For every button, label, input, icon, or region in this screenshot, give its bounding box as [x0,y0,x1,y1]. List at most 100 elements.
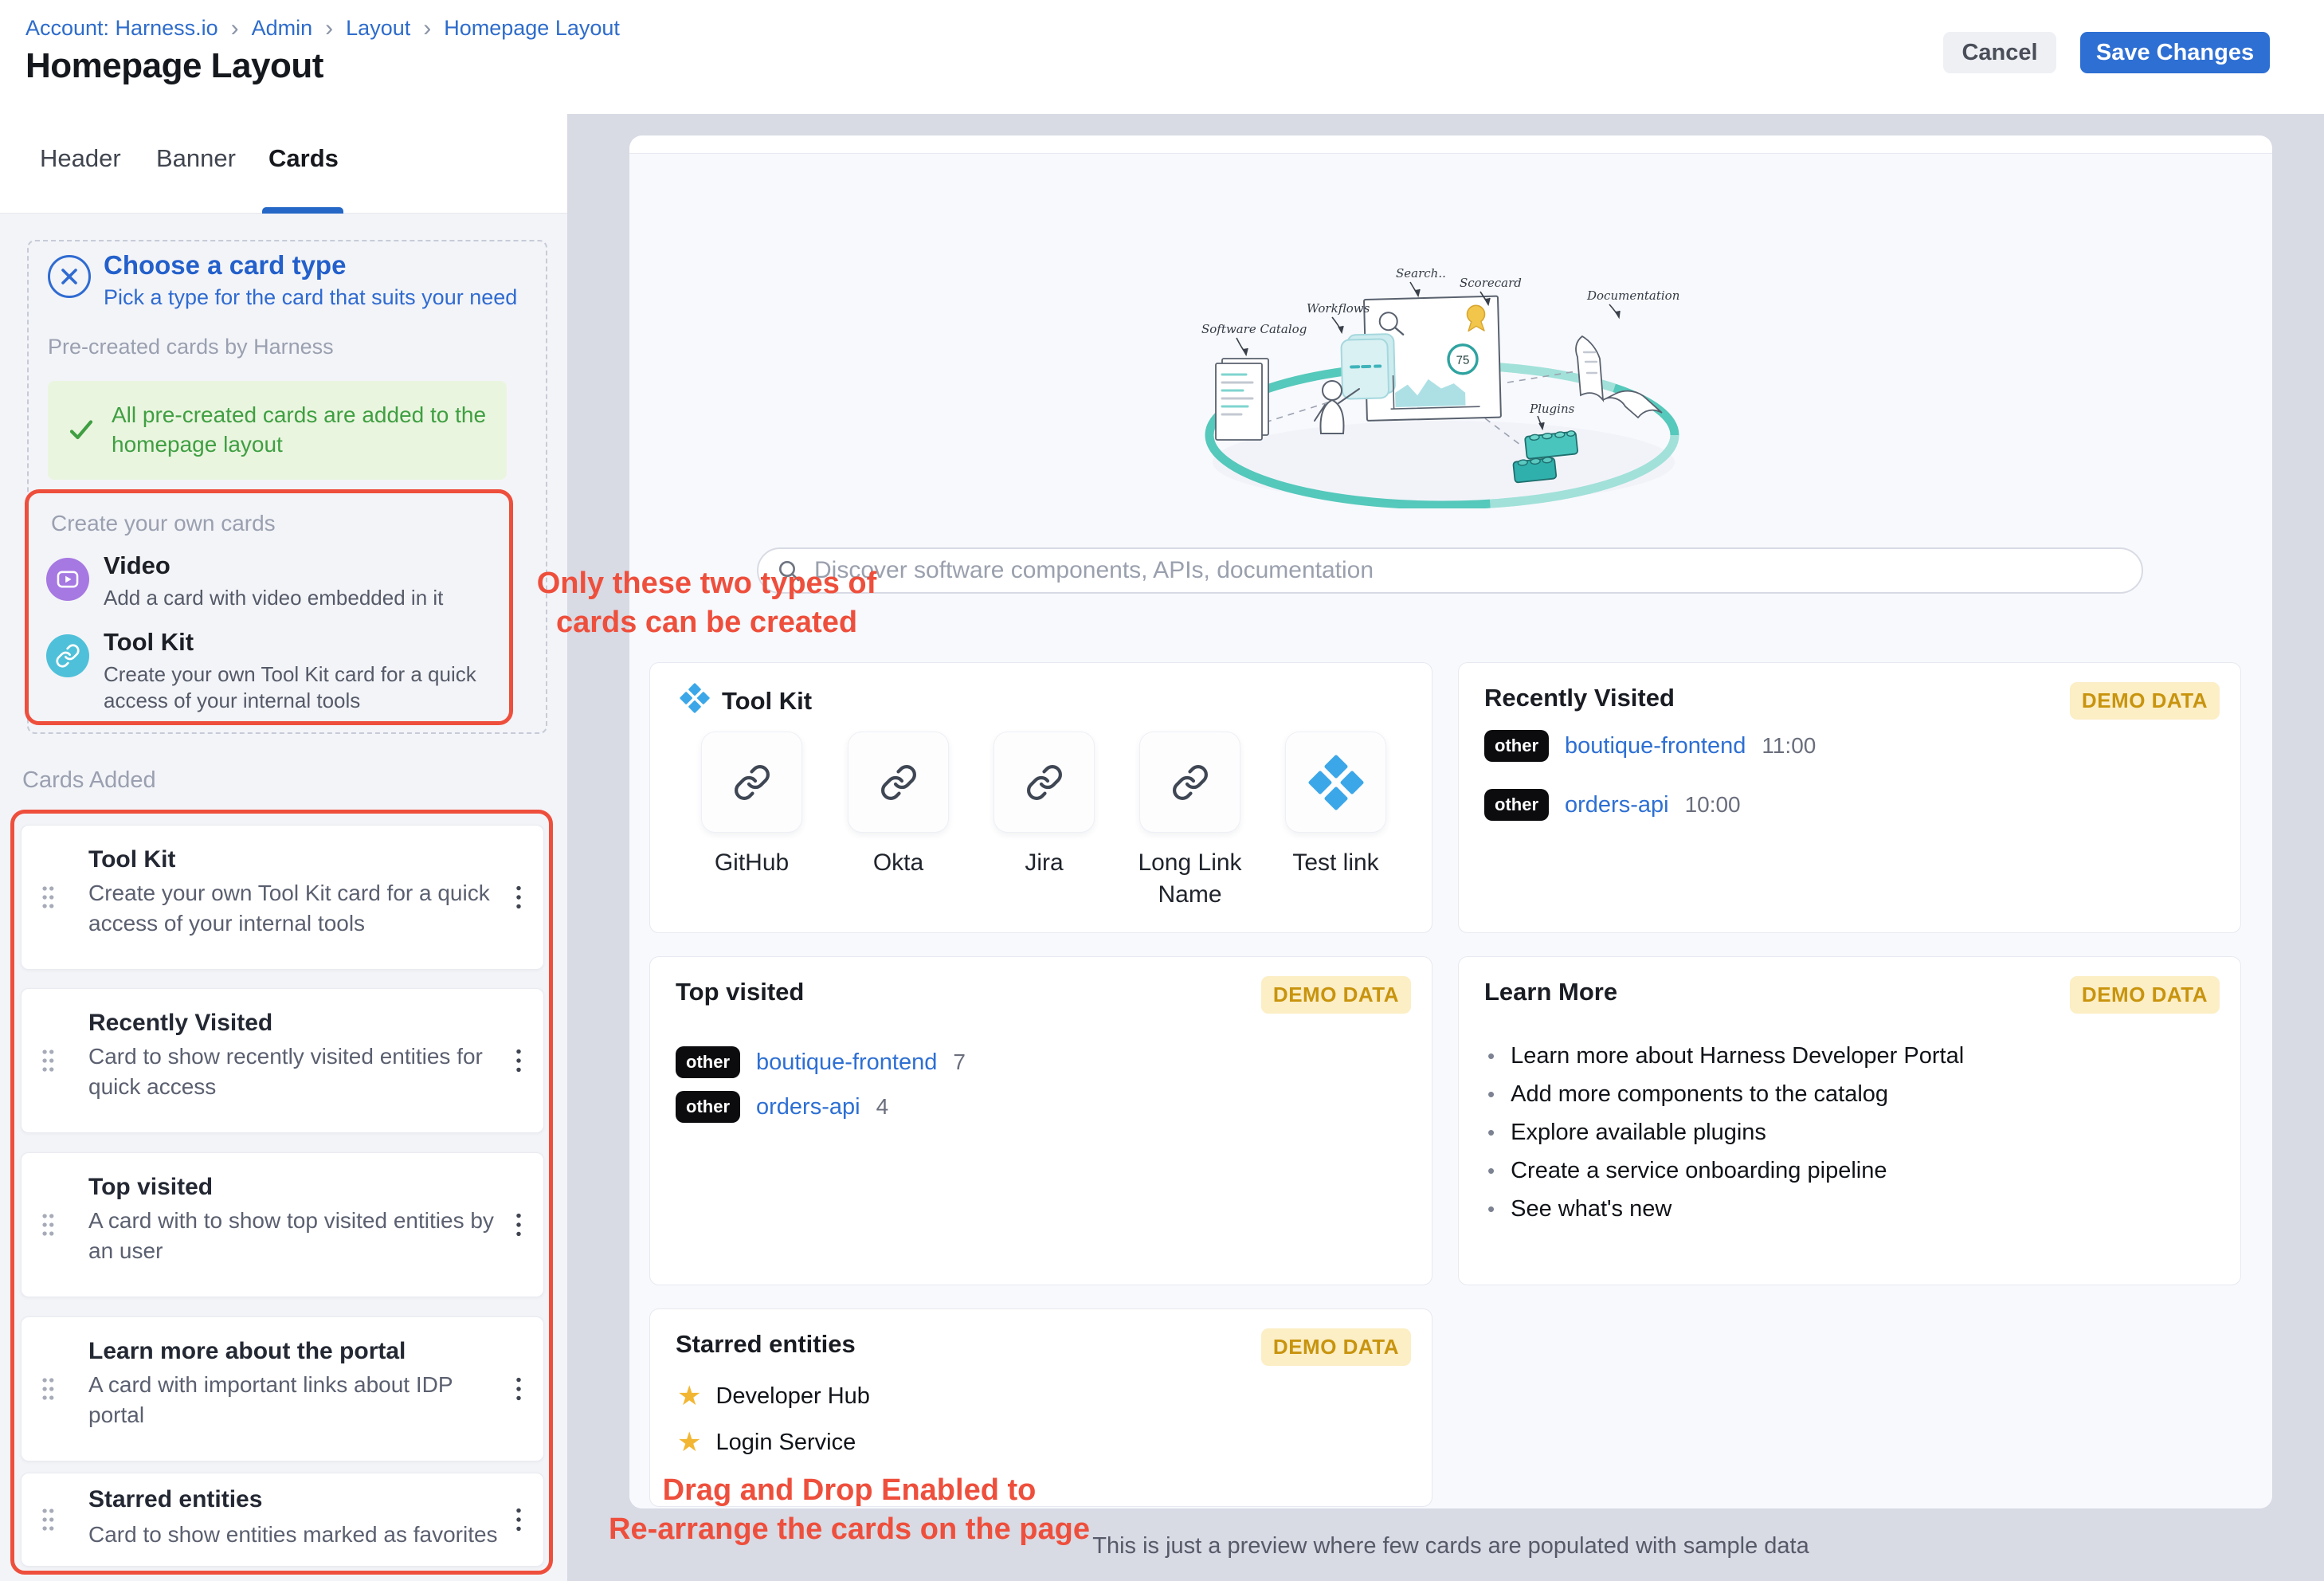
page-title: Homepage Layout [25,46,323,86]
added-card-title: Recently Visited [88,1010,272,1037]
added-card-toolkit[interactable]: Tool Kit Create your own Tool Kit card f… [21,825,544,970]
preview-card-toolkit[interactable]: Tool Kit GitHub Okta Jira Long Link Name… [649,662,1432,933]
learn-more-links: •Learn more about Harness Developer Port… [1487,1043,1964,1234]
cards-added-label: Cards Added [22,767,156,794]
added-card-title: Tool Kit [88,846,175,873]
starred-entity-name[interactable]: Login Service [715,1430,856,1456]
entity-kind-tag: other [676,1046,740,1078]
entity-kind-tag: other [676,1091,740,1123]
preview-card-starred-entities[interactable]: Starred entities DEMO DATA ★ Developer H… [649,1308,1432,1507]
toolkit-option-desc: Create your own Tool Kit card for a quic… [104,661,510,715]
learn-more-link[interactable]: •See what's new [1487,1196,1964,1234]
entity-kind-tag: other [1484,730,1549,762]
toolkit-link-test-link[interactable]: Test link [1263,732,1409,879]
link-icon[interactable] [848,732,949,833]
toolkit-link-long-link-name[interactable]: Long Link Name [1117,732,1263,910]
homepage-layout-admin-page: { "colors": { "accent_blue": "#2e6fd3", … [0,0,2324,1581]
kebab-menu-icon[interactable] [510,1370,527,1408]
preview-card-title: Starred entities [676,1330,856,1359]
learn-more-link[interactable]: •Create a service onboarding pipeline [1487,1158,1964,1196]
toolkit-option-title[interactable]: Tool Kit [104,628,194,657]
entity-link[interactable]: boutique-frontend [1565,733,1746,759]
chevron-right-icon: › [325,18,333,39]
link-icon[interactable] [993,732,1095,833]
breadcrumb-account[interactable]: Account: Harness.io [25,16,218,41]
learn-more-link[interactable]: •Add more components to the catalog [1487,1081,1964,1120]
toolkit-link-label: Okta [825,847,971,879]
added-card-starred-entities[interactable]: Starred entities Card to show entities m… [21,1473,544,1567]
video-icon [46,558,89,601]
bullet-icon: • [1487,1159,1495,1183]
chevron-right-icon: › [423,18,431,39]
starred-entity-row[interactable]: ★ Login Service [677,1429,856,1456]
toolkit-link-jira[interactable]: Jira [971,732,1117,879]
added-card-recently-visited[interactable]: Recently Visited Card to show recently v… [21,988,544,1133]
toolkit-logo-icon [679,682,711,714]
entity-link[interactable]: orders-api [756,1094,860,1120]
preview-card-learn-more[interactable]: Learn More DEMO DATA •Learn more about H… [1458,956,2241,1285]
starred-entity-row[interactable]: ★ Developer Hub [677,1383,870,1410]
added-card-title: Starred entities [88,1486,262,1513]
star-icon: ★ [677,1429,701,1456]
toolkit-logo-icon[interactable] [1285,732,1386,833]
entity-time: 11:00 [1762,733,1816,759]
preview-card-top-visited[interactable]: Top visited DEMO DATA other boutique-fro… [649,956,1432,1285]
create-option-toolkit[interactable]: Tool Kit Create your own Tool Kit card f… [46,628,516,724]
illustration-label-software-catalog: Software Catalog [1201,322,1307,336]
added-card-learn-more[interactable]: Learn more about the portal A card with … [21,1316,544,1461]
cancel-button[interactable]: Cancel [1943,32,2056,73]
entity-row: other orders-api 4 [676,1091,888,1123]
drag-handle-icon[interactable] [39,883,57,912]
svg-text:75: 75 [1456,354,1469,367]
entity-visit-count: 4 [876,1094,889,1120]
added-card-title: Learn more about the portal [88,1338,406,1365]
chooser-subtitle: Pick a type for the card that suits your… [104,285,517,310]
drag-handle-icon[interactable] [39,1046,57,1075]
entity-time: 10:00 [1685,792,1741,818]
precreated-success-text: All pre-created cards are added to the h… [112,401,488,460]
breadcrumb-homepage-layout[interactable]: Homepage Layout [444,16,620,41]
close-icon[interactable] [48,255,91,298]
added-card-desc: A card with to show top visited entities… [88,1206,506,1267]
breadcrumb-admin[interactable]: Admin [252,16,313,41]
drag-handle-icon[interactable] [39,1505,57,1534]
learn-more-link[interactable]: •Explore available plugins [1487,1120,1964,1158]
search-input[interactable] [814,557,2124,584]
entity-row: other boutique-frontend 11:00 [1484,730,1816,762]
kebab-menu-icon[interactable] [510,1042,527,1080]
added-card-title: Top visited [88,1174,213,1201]
kebab-menu-icon[interactable] [510,878,527,916]
entity-kind-tag: other [1484,789,1549,821]
toolkit-link-okta[interactable]: Okta [825,732,971,879]
preview-card-recently-visited[interactable]: Recently Visited DEMO DATA other boutiqu… [1458,662,2241,933]
drag-handle-icon[interactable] [39,1375,57,1403]
link-icon[interactable] [1139,732,1240,833]
search-icon [776,558,801,583]
video-option-title[interactable]: Video [104,551,170,580]
kebab-menu-icon[interactable] [510,1501,527,1539]
bullet-icon: • [1487,1197,1495,1222]
chooser-title: Choose a card type [104,250,346,280]
entity-link[interactable]: orders-api [1565,792,1669,818]
added-card-desc: A card with important links about IDP po… [88,1370,506,1431]
tab-cards[interactable]: Cards [268,144,339,173]
settings-tabs: Header Banner Cards [0,114,567,214]
discover-search-bar[interactable] [757,547,2143,594]
learn-more-link[interactable]: •Learn more about Harness Developer Port… [1487,1043,1964,1081]
homepage-preview-panel: 75 [629,135,2272,1508]
toolkit-link-github[interactable]: GitHub [679,732,825,879]
drag-handle-icon[interactable] [39,1210,57,1239]
starred-entity-name[interactable]: Developer Hub [715,1383,869,1410]
link-icon[interactable] [701,732,802,833]
developer-portal-illustration: 75 [1195,253,1689,508]
entity-row: other orders-api 10:00 [1484,789,1741,821]
tab-banner[interactable]: Banner [156,144,236,173]
create-option-video[interactable]: Video Add a card with video embedded in … [46,551,516,628]
added-card-top-visited[interactable]: Top visited A card with to show top visi… [21,1152,544,1297]
kebab-menu-icon[interactable] [510,1206,527,1244]
save-changes-button[interactable]: Save Changes [2080,32,2270,73]
entity-link[interactable]: boutique-frontend [756,1049,937,1076]
tab-header[interactable]: Header [40,144,121,173]
breadcrumb-layout[interactable]: Layout [346,16,410,41]
preview-card-title: Top visited [676,978,804,1006]
